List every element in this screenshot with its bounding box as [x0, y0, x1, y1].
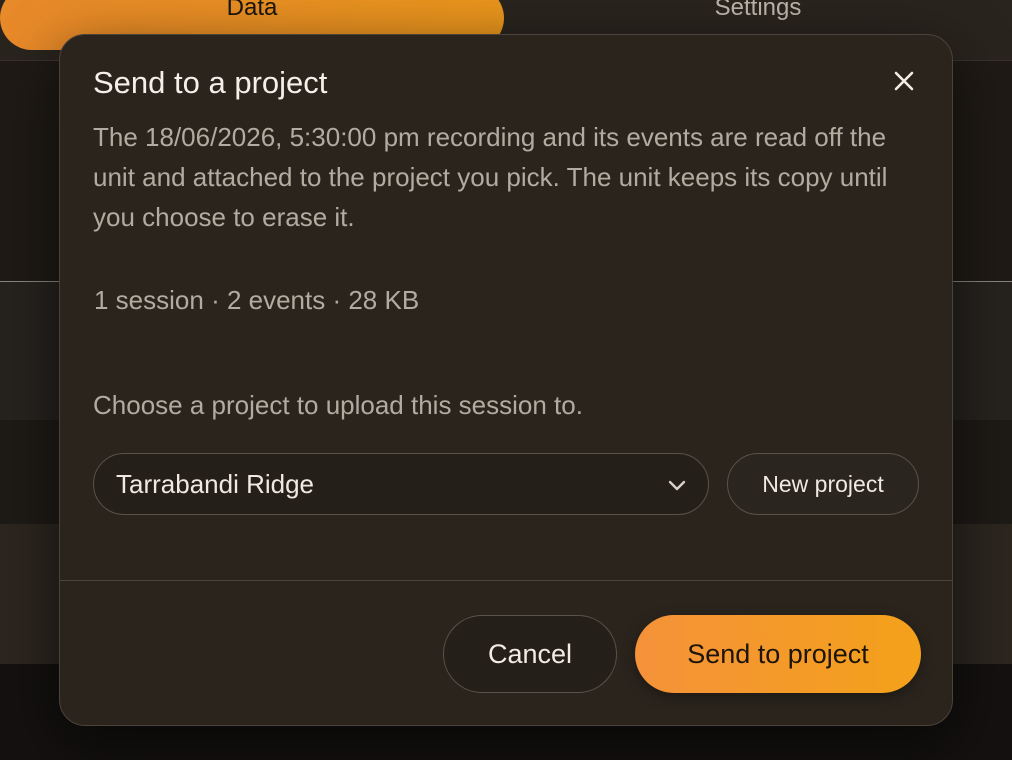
dialog-description: The 18/06/2026, 5:30:00 pm recording and…: [93, 122, 888, 232]
chevron-down-icon: [668, 480, 686, 491]
new-project-button[interactable]: New project: [727, 453, 919, 515]
project-prompt: Choose a project to upload this session …: [93, 390, 583, 420]
tab-data-label: Data: [226, 0, 278, 21]
dialog-title: Send to a project: [93, 65, 328, 100]
close-icon: [894, 71, 914, 91]
project-select[interactable]: Tarrabandi Ridge: [93, 453, 709, 515]
project-select-value: Tarrabandi Ridge: [116, 469, 315, 499]
footer-divider: [60, 580, 952, 581]
tab-settings-label: Settings: [714, 0, 802, 21]
close-button[interactable]: [886, 63, 922, 99]
cancel-button[interactable]: Cancel: [443, 615, 617, 693]
session-summary: 1 session · 2 events · 28 KB: [94, 285, 420, 315]
send-to-project-dialog: Send to a project The 18/06/2026, 5:30:0…: [59, 34, 953, 726]
app-window: Data Settings Send to a project The 18/0…: [0, 0, 1012, 760]
send-to-project-button[interactable]: Send to project: [635, 615, 921, 693]
